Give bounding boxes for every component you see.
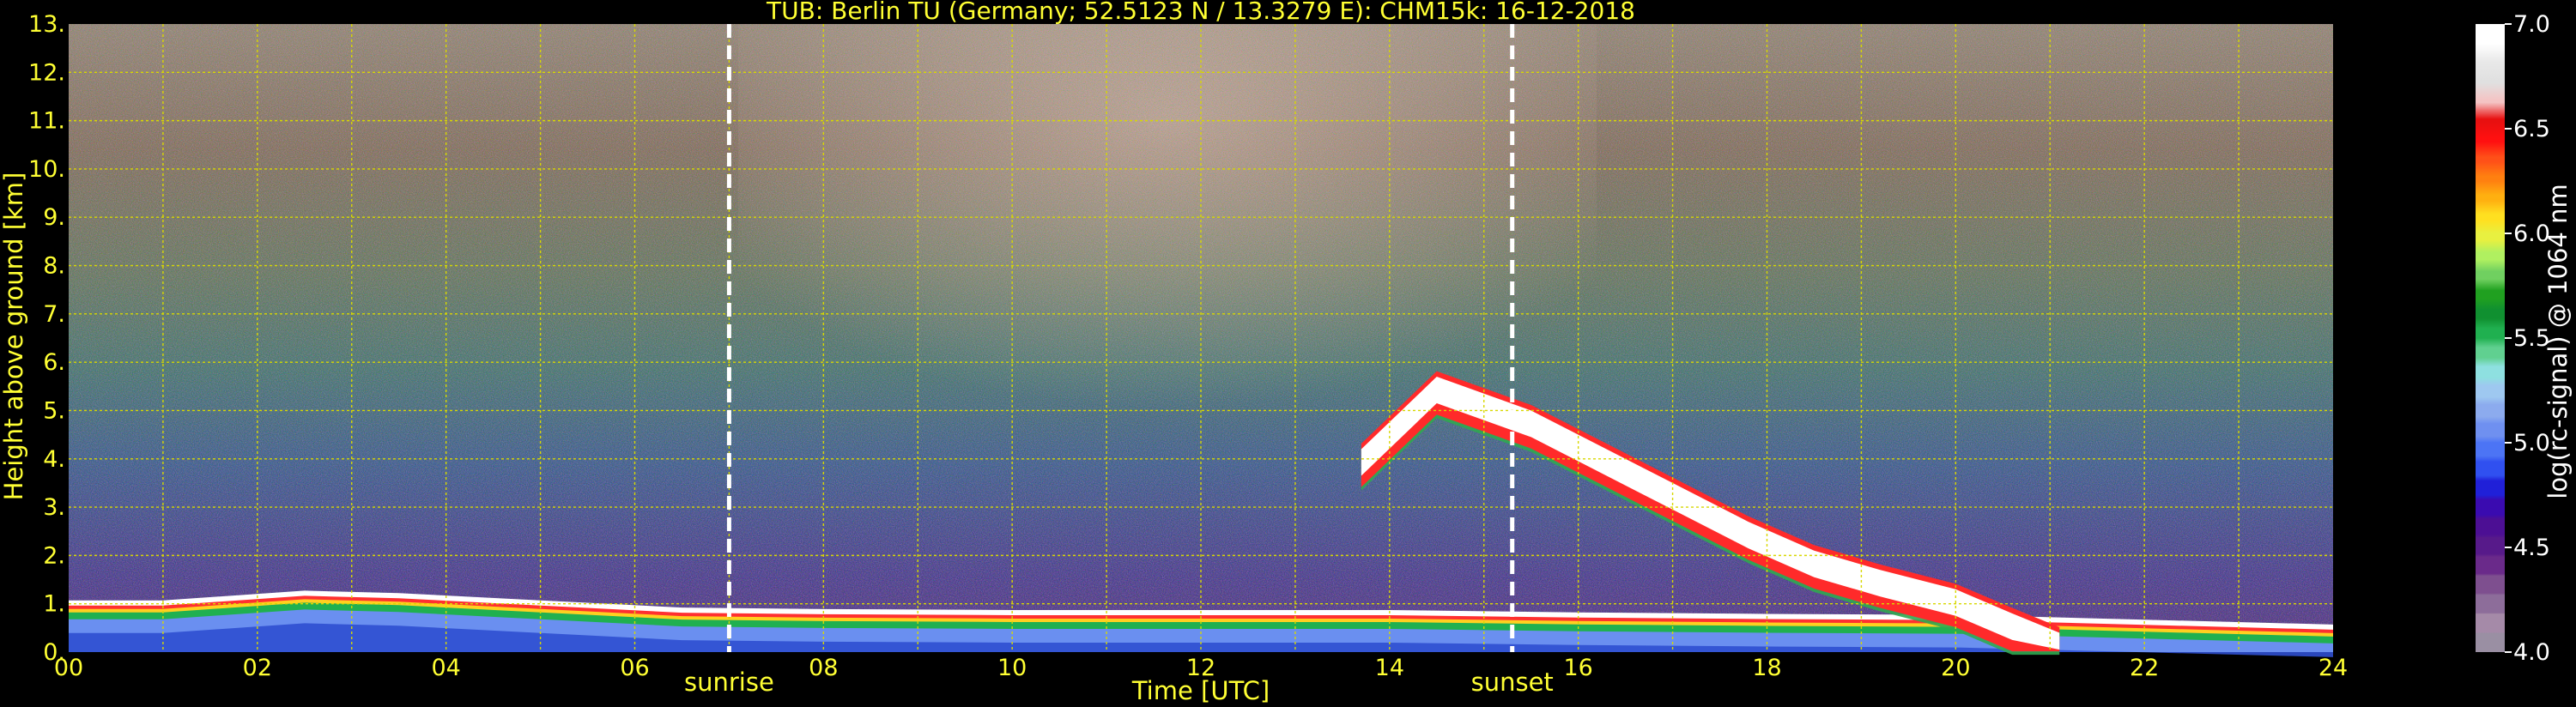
lidar-chart: sunrise sunset 0.1.2.3.4.5.6.7.8.9.10.11.… <box>0 0 2573 705</box>
colorbar-tick-label: 4.0 <box>2513 639 2550 666</box>
y-tick-label: 3. <box>43 494 65 521</box>
y-tick-label: 12. <box>28 59 65 86</box>
x-axis-label: Time [UTC] <box>1131 676 1270 705</box>
x-tick-label: 08 <box>809 655 838 681</box>
y-tick-label: 11. <box>28 108 65 135</box>
y-tick-label: 4. <box>43 446 65 473</box>
x-tick-label: 06 <box>620 655 649 681</box>
y-tick-label: 10. <box>28 156 65 183</box>
x-tick-label: 20 <box>1941 655 1970 681</box>
colorbar <box>2476 24 2505 652</box>
x-tick-label: 16 <box>1563 655 1592 681</box>
x-tick-label: 14 <box>1375 655 1404 681</box>
y-axis-ticks: 0.1.2.3.4.5.6.7.8.9.10.11.12.13. <box>28 11 65 666</box>
colorbar-label: log(rc-signal) @ 1064 nm <box>2543 184 2573 499</box>
x-tick-label: 04 <box>431 655 460 681</box>
y-tick-label: 8. <box>43 253 65 280</box>
x-tick-label: 18 <box>1752 655 1781 681</box>
x-tick-label: 00 <box>54 655 83 681</box>
colorbar-tick-label: 7.0 <box>2513 11 2550 38</box>
colorbar-tick-label: 4.5 <box>2513 535 2550 561</box>
x-tick-label: 22 <box>2130 655 2159 681</box>
y-tick-label: 2. <box>43 542 65 569</box>
y-tick-label: 13. <box>28 11 65 38</box>
y-tick-label: 5. <box>43 397 65 424</box>
x-tick-label: 24 <box>2318 655 2348 681</box>
y-tick-label: 6. <box>43 349 65 376</box>
y-tick-label: 9. <box>43 204 65 231</box>
colorbar-tick-label: 6.5 <box>2513 116 2550 142</box>
chart-title: TUB: Berlin TU (Germany; 52.5123 N / 13.… <box>766 0 1635 25</box>
x-tick-label: 02 <box>243 655 272 681</box>
y-tick-label: 1. <box>43 591 65 618</box>
y-axis-label: Height above ground [km] <box>0 172 28 501</box>
event-label: sunset <box>1471 668 1554 697</box>
y-tick-label: 7. <box>43 301 65 328</box>
x-tick-label: 10 <box>997 655 1027 681</box>
event-label: sunrise <box>684 668 774 697</box>
